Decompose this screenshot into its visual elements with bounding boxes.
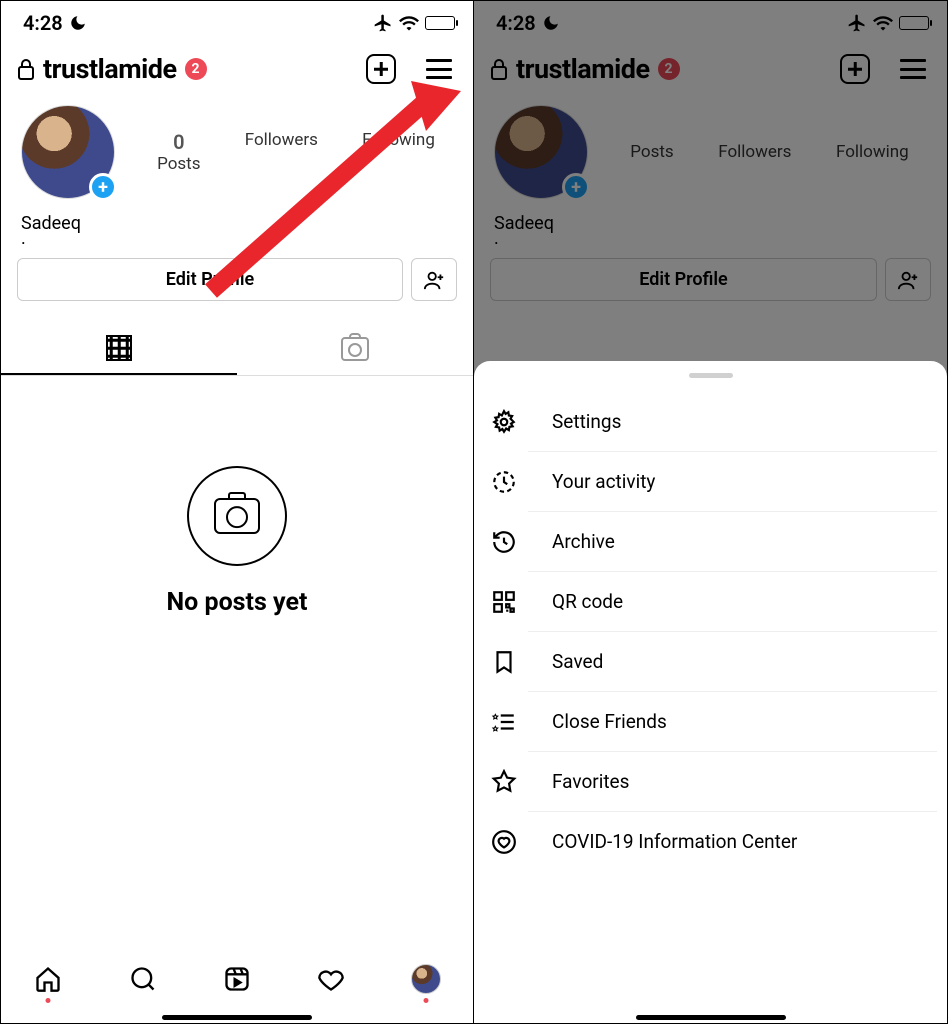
menu-favorites[interactable]: Favorites xyxy=(528,752,937,812)
heart-circle-icon xyxy=(490,828,518,856)
star-icon xyxy=(490,768,518,796)
home-indicator xyxy=(636,1015,786,1020)
gear-icon xyxy=(490,408,518,436)
airplane-icon xyxy=(373,13,393,33)
bottom-nav xyxy=(1,949,473,1023)
archive-icon xyxy=(490,528,518,556)
profile-info-row: + Posts Followers Following xyxy=(474,95,947,205)
hamburger-icon xyxy=(426,59,452,79)
stat-posts[interactable]: Posts xyxy=(630,142,673,162)
nav-profile[interactable] xyxy=(410,963,442,995)
menu-sheet: Settings Your activity Archive QR code S xyxy=(474,361,947,1023)
qrcode-icon xyxy=(490,588,518,616)
nav-home[interactable] xyxy=(32,963,64,995)
moon-icon xyxy=(69,14,87,32)
profile-header: trustlamide 2 xyxy=(1,39,473,95)
display-name: Sadeeq xyxy=(1,205,473,234)
create-button[interactable] xyxy=(363,51,399,87)
discover-people-button[interactable] xyxy=(411,258,457,301)
tagged-icon xyxy=(341,337,369,361)
sheet-handle[interactable] xyxy=(689,373,733,378)
profile-tabs xyxy=(1,323,473,376)
menu-close-friends[interactable]: Close Friends xyxy=(528,692,937,752)
nav-activity[interactable] xyxy=(315,963,347,995)
avatar[interactable]: + xyxy=(494,105,588,199)
menu-archive[interactable]: Archive xyxy=(528,512,937,572)
create-button[interactable] xyxy=(837,51,873,87)
tab-grid[interactable] xyxy=(1,323,237,375)
grid-icon xyxy=(106,335,132,361)
empty-state: No posts yet xyxy=(1,376,473,617)
wifi-icon xyxy=(399,15,419,31)
stat-followers[interactable]: Followers xyxy=(718,142,791,162)
bio: . xyxy=(1,234,473,258)
nav-reels[interactable] xyxy=(221,963,253,995)
discover-people-button[interactable] xyxy=(885,258,931,301)
menu-button[interactable] xyxy=(895,51,931,87)
add-story-icon[interactable]: + xyxy=(89,173,117,201)
plus-icon xyxy=(840,54,870,84)
stat-following[interactable]: Following xyxy=(836,142,909,162)
clock-icon xyxy=(490,468,518,496)
bookmark-icon xyxy=(490,648,518,676)
menu-saved[interactable]: Saved xyxy=(528,632,937,692)
hamburger-icon xyxy=(900,59,926,79)
display-name: Sadeeq xyxy=(474,205,947,234)
edit-profile-button[interactable]: Edit Profile xyxy=(17,258,403,301)
status-bar: 4:28 xyxy=(1,1,473,39)
add-story-icon[interactable]: + xyxy=(562,173,590,201)
camera-icon xyxy=(187,466,287,566)
status-time: 4:28 xyxy=(23,11,63,35)
status-time: 4:28 xyxy=(496,11,536,35)
username[interactable]: trustlamide xyxy=(43,53,177,85)
edit-profile-button[interactable]: Edit Profile xyxy=(490,258,877,301)
profile-info-row: + 0 Posts Followers Following xyxy=(1,95,473,205)
menu-button[interactable] xyxy=(421,51,457,87)
lock-icon xyxy=(17,58,35,80)
avatar[interactable]: + xyxy=(21,105,115,199)
wifi-icon xyxy=(873,15,893,31)
stat-posts[interactable]: 0 Posts xyxy=(157,130,200,174)
menu-covid-info[interactable]: COVID-19 Information Center xyxy=(528,812,937,871)
stat-following[interactable]: Following xyxy=(362,130,435,174)
menu-qrcode[interactable]: QR code xyxy=(528,572,937,632)
list-star-icon xyxy=(490,708,518,736)
menu-settings[interactable]: Settings xyxy=(528,392,937,452)
profile-header: trustlamide 2 xyxy=(474,39,947,95)
plus-icon xyxy=(366,54,396,84)
menu-activity[interactable]: Your activity xyxy=(528,452,937,512)
status-bar: 4:28 xyxy=(474,1,947,39)
notification-badge: 2 xyxy=(658,58,680,80)
home-indicator xyxy=(162,1015,312,1020)
nav-search[interactable] xyxy=(127,963,159,995)
battery-icon xyxy=(899,16,929,30)
lock-icon xyxy=(490,58,508,80)
stat-followers[interactable]: Followers xyxy=(245,130,318,174)
airplane-icon xyxy=(847,13,867,33)
bio: . xyxy=(474,234,947,258)
username[interactable]: trustlamide xyxy=(516,53,650,85)
profile-screen: 4:28 trustlamide 2 xyxy=(1,1,474,1023)
tab-tagged[interactable] xyxy=(237,323,473,375)
battery-icon xyxy=(425,16,455,30)
menu-screen: 4:28 trustlamide 2 xyxy=(474,1,947,1023)
notification-badge: 2 xyxy=(185,58,207,80)
moon-icon xyxy=(542,14,560,32)
